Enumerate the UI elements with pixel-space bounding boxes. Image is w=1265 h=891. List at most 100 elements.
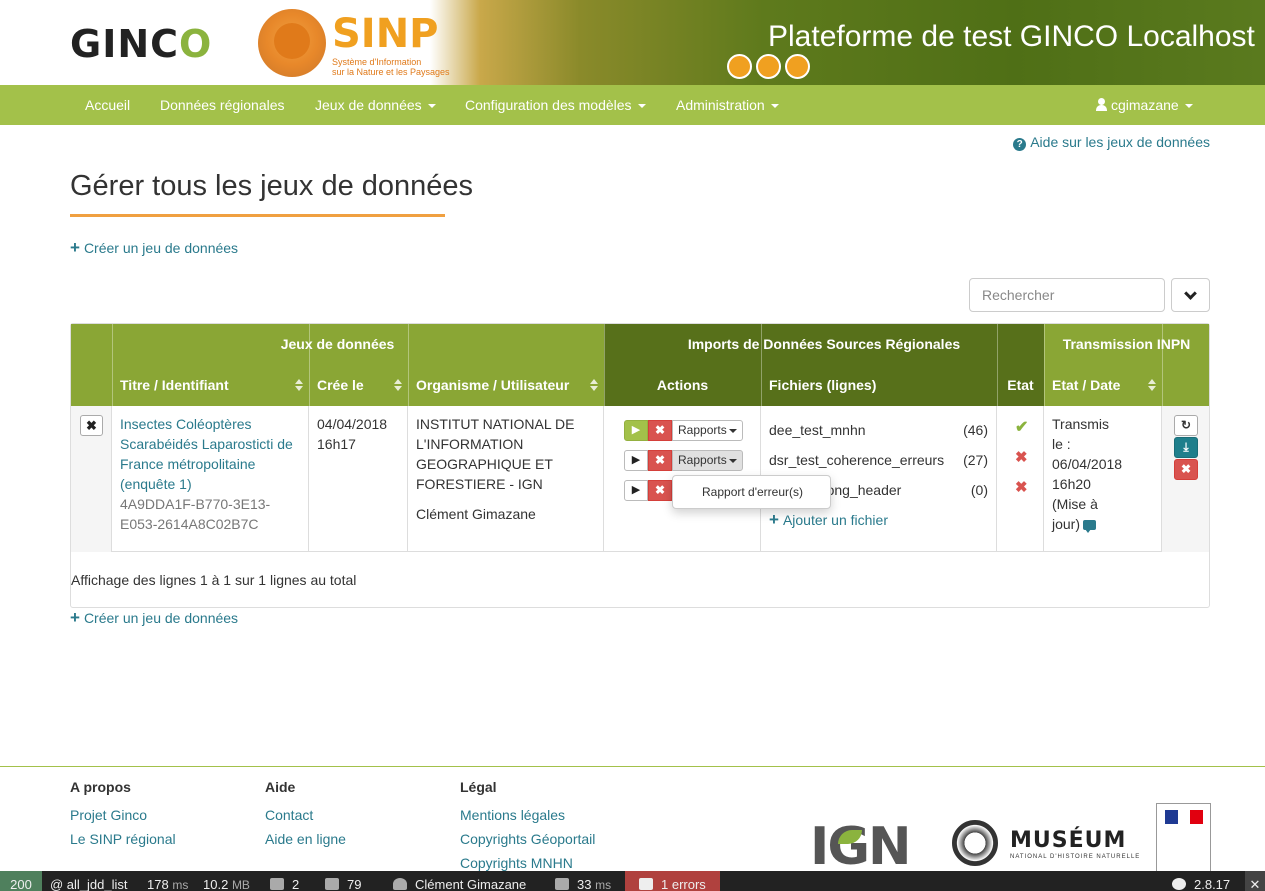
header-divider: [997, 324, 998, 406]
header-divider: [604, 324, 605, 406]
refresh-icon[interactable]: ↻: [1174, 415, 1198, 436]
delete-dataset-button[interactable]: ✖: [80, 415, 103, 436]
file-actions-3: ▶ ✖: [624, 480, 672, 501]
error-cross-icon: ✖: [1015, 479, 1028, 496]
route-name[interactable]: @ all_jdd_list: [50, 871, 128, 891]
reports-dropdown-button[interactable]: Rapports: [672, 450, 743, 471]
col-header-tools: [1162, 365, 1209, 406]
dataset-identifier: 4A9DDA1F-B770-3E13-E053-2614A8C02B7C: [120, 496, 271, 532]
tools-cell: ↻ ⤓ ✖: [1162, 406, 1209, 552]
caret-down-icon: [1184, 104, 1193, 109]
file-line-count: (0): [970, 482, 988, 498]
nav-models-menu[interactable]: Configuration des modèles: [465, 85, 646, 125]
title-underline: [70, 214, 445, 217]
created-date: 04/04/2018: [317, 416, 388, 432]
col-header-state: Etat: [997, 365, 1044, 406]
nav-regional-data[interactable]: Données régionales: [160, 85, 285, 125]
footer-link[interactable]: Projet Ginco: [70, 803, 176, 827]
nav-admin-menu[interactable]: Administration: [676, 85, 779, 125]
ign-logo[interactable]: IGN: [810, 817, 912, 877]
caret-down-icon: [728, 458, 737, 463]
user-name: Clément Gimazane: [416, 506, 536, 522]
transmission-status: Transmis: [1052, 416, 1110, 432]
main-navbar: Accueil Données régionales Jeux de donné…: [0, 85, 1265, 125]
ginco-logo[interactable]: GINCO: [70, 22, 212, 66]
close-icon[interactable]: ✖: [648, 480, 672, 501]
nav-user-menu[interactable]: cgimazane: [1096, 85, 1193, 125]
render-time[interactable]: 33 ms: [555, 871, 611, 891]
request-time[interactable]: 178 ms: [147, 871, 188, 891]
toolbar-user[interactable]: Clément Gimazane: [393, 871, 526, 891]
col-header-title[interactable]: Titre / Identifiant: [112, 365, 309, 406]
dropdown-item-error-report[interactable]: Rapport d'erreur(s): [702, 485, 803, 499]
col-header-org[interactable]: Organisme / Utilisateur: [408, 365, 604, 406]
play-icon[interactable]: ▶: [624, 480, 648, 501]
close-icon[interactable]: ✖: [1174, 459, 1198, 480]
columns-toggle-button[interactable]: [1171, 278, 1210, 312]
footer-link[interactable]: Le SINP régional: [70, 827, 176, 851]
file-actions-1: ▶ ✖ Rapports: [624, 420, 743, 441]
header-divider: [309, 324, 310, 406]
symfony-version[interactable]: 2.8.17: [1172, 871, 1230, 891]
header-divider: [408, 324, 409, 406]
created-time: 16h17: [317, 436, 356, 452]
footer-help: Aide Contact Aide en ligne: [265, 779, 346, 851]
col-header-files: Fichiers (lignes): [761, 365, 997, 406]
play-icon[interactable]: ▶: [624, 420, 648, 441]
table-row: ✖ Insectes Coléoptères Scarabéidés Lapar…: [71, 406, 1209, 552]
col-header-state-date[interactable]: Etat / Date: [1044, 365, 1162, 406]
footer-link[interactable]: Aide en ligne: [265, 827, 346, 851]
site-title: Plateforme de test GINCO Localhost: [768, 20, 1255, 53]
datasets-table: Jeux de données Imports de Données Sourc…: [70, 323, 1210, 608]
plus-icon: +: [769, 510, 779, 529]
footer-about: A propos Projet Ginco Le SINP régional: [70, 779, 176, 851]
search-input[interactable]: [969, 278, 1165, 312]
close-icon[interactable]: ✖: [648, 450, 672, 471]
close-icon[interactable]: ✖: [648, 420, 672, 441]
file-name: dsr_test_coherence_erreurs: [769, 452, 945, 468]
queries-count[interactable]: 79: [325, 871, 361, 891]
organisation-name: INSTITUT NATIONAL DE L'INFORMATION GEOGR…: [416, 416, 575, 492]
toolbar-close-icon[interactable]: ✕: [1245, 871, 1265, 891]
nav-datasets-menu[interactable]: Jeux de données: [315, 85, 436, 125]
col-header-created[interactable]: Crée le: [309, 365, 408, 406]
state-cell: ✔ ✖ ✖: [997, 406, 1044, 552]
add-file-link[interactable]: + Ajouter un fichier: [769, 510, 888, 530]
dataset-title-link[interactable]: Insectes Coléoptères Scarabéidés Laparos…: [120, 414, 300, 494]
sinp-logo[interactable]: SINP Système d'Information sur la Nature …: [250, 5, 450, 81]
footer-link[interactable]: Copyrights Géoportail: [460, 827, 595, 851]
created-cell: 04/04/2018 16h17: [309, 406, 408, 552]
dataset-title-cell: Insectes Coléoptères Scarabéidés Laparos…: [112, 406, 309, 552]
forms-icon: [270, 878, 284, 890]
create-dataset-link-top[interactable]: + Créer un jeu de données: [70, 238, 238, 258]
french-flag-icon: [1165, 810, 1204, 824]
sinp-emblem: [258, 9, 326, 77]
file-line-count: (46): [963, 422, 988, 438]
footer-link[interactable]: Mentions légales: [460, 803, 595, 827]
forms-count[interactable]: 2: [270, 871, 299, 891]
comment-icon[interactable]: [1083, 520, 1097, 533]
memory-usage[interactable]: 10.2 MB: [203, 871, 250, 891]
transmission-cell: Transmis le : 06/04/2018 16h20 (Mise à j…: [1044, 406, 1162, 552]
museum-logo[interactable]: MUSÉUM: [1010, 828, 1126, 853]
play-icon[interactable]: ▶: [624, 450, 648, 471]
reports-dropdown-button[interactable]: Rapports: [672, 420, 743, 441]
errors-count[interactable]: 1 errors: [625, 871, 720, 891]
ministry-logo[interactable]: [1156, 803, 1211, 872]
footer-link[interactable]: Contact: [265, 803, 346, 827]
sinp-subtitle: Système d'Information sur la Nature et le…: [332, 57, 450, 77]
header-divider: [1044, 324, 1045, 406]
help-datasets-link[interactable]: ? Aide sur les jeux de données: [1013, 134, 1210, 151]
transmission-note: jour): [1052, 514, 1153, 534]
template-icon: [555, 878, 569, 890]
header-divider: [761, 324, 762, 406]
create-dataset-link-bottom[interactable]: + Créer un jeu de données: [70, 608, 238, 628]
nav-home[interactable]: Accueil: [85, 85, 130, 125]
symfony-icon: [1172, 878, 1186, 890]
sort-icon: [1148, 379, 1156, 392]
check-icon: ✔: [1015, 419, 1029, 436]
status-code[interactable]: 200: [0, 871, 42, 891]
reports-dropdown-menu: Rapport d'erreur(s): [672, 475, 831, 509]
sinp-logo-text: SINP: [332, 11, 439, 57]
download-icon[interactable]: ⤓: [1174, 437, 1198, 458]
